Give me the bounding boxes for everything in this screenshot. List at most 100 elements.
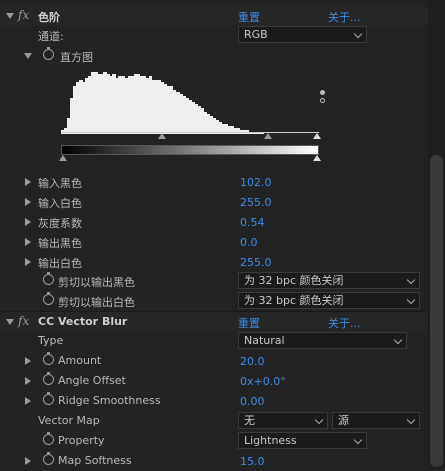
param-row-clip-white: 剪切以输出白色 为 32 bpc 颜色关闭 <box>0 291 428 311</box>
expand-triangle-icon[interactable] <box>25 178 31 186</box>
stopwatch-icon[interactable] <box>43 392 54 405</box>
reset-link[interactable]: 重置 <box>238 315 260 331</box>
param-label: 输出黑色 <box>38 237 82 250</box>
param-value[interactable]: 0.0 <box>240 236 258 249</box>
about-link[interactable]: 关于... <box>328 315 361 331</box>
stopwatch-icon[interactable] <box>43 292 54 305</box>
type-label: Type <box>38 334 64 347</box>
angle-offset-label: Angle Offset <box>58 374 126 387</box>
scrollbar-thumb[interactable] <box>430 155 443 467</box>
histogram-baseline <box>61 132 319 133</box>
expand-triangle-icon[interactable] <box>25 238 31 246</box>
param-value[interactable]: 255.0 <box>240 256 272 269</box>
clip-white-dropdown[interactable]: 为 32 bpc 颜色关闭 <box>238 292 420 309</box>
property-dropdown[interactable]: Lightness <box>238 432 367 449</box>
histogram-label: 直方图 <box>60 51 93 64</box>
param-label: 剪切以输出白色 <box>58 296 135 309</box>
param-row-gamma: 灰度系数 0.54 <box>0 212 428 232</box>
ridge-smoothness-label: Ridge Smoothness <box>58 394 161 407</box>
chevron-down-icon <box>393 335 403 345</box>
amount-row: Amount 20.0 <box>0 351 428 371</box>
stopwatch-icon[interactable] <box>43 432 54 445</box>
angle-degrees[interactable]: +0.0° <box>254 375 286 388</box>
angle-turns[interactable]: 0x <box>240 375 254 388</box>
effect-controls-panel: fx 色阶 重置 关于... 通道: RGB 直方图 输入黑色 102.0 输入… <box>0 0 428 469</box>
vector-map-source-dropdown[interactable]: 源 <box>332 412 420 429</box>
dropdown-value: 为 32 bpc 颜色关闭 <box>244 294 344 307</box>
output-gradient-bar <box>61 145 319 155</box>
input-black-slider-handle[interactable] <box>158 133 166 139</box>
output-black-slider-handle[interactable] <box>59 155 67 161</box>
gamma-slider-handle[interactable] <box>264 133 272 139</box>
about-link[interactable]: 关于... <box>328 9 361 25</box>
vector-map-row: Vector Map 无 源 <box>0 411 428 431</box>
amount-label: Amount <box>58 354 102 367</box>
stopwatch-icon[interactable] <box>43 272 54 285</box>
effect-name: 色阶 <box>38 11 60 24</box>
collapse-triangle-icon[interactable] <box>6 319 14 325</box>
stopwatch-icon[interactable] <box>43 352 54 365</box>
amount-value[interactable]: 20.0 <box>240 355 265 368</box>
levels-effect-header[interactable]: fx 色阶 重置 关于... <box>0 6 428 26</box>
ridge-smoothness-value[interactable]: 0.00 <box>240 395 265 408</box>
expand-triangle-icon[interactable] <box>25 198 31 206</box>
stopwatch-icon[interactable] <box>43 47 54 60</box>
chevron-down-icon <box>406 275 416 285</box>
histogram-row: 直方图 <box>0 46 428 66</box>
vector-map-layer-dropdown[interactable]: 无 <box>238 412 328 429</box>
stopwatch-icon[interactable] <box>43 452 54 465</box>
collapse-triangle-icon[interactable] <box>24 53 32 59</box>
param-label: 灰度系数 <box>38 217 82 230</box>
dropdown-value: 为 32 bpc 颜色关闭 <box>244 274 344 287</box>
fx-icon[interactable]: fx <box>18 314 29 328</box>
input-white-slider-handle[interactable] <box>313 133 321 139</box>
vector-map-label: Vector Map <box>38 414 100 427</box>
gray-dot-icon[interactable] <box>320 98 325 103</box>
property-value: Lightness <box>244 434 297 447</box>
map-softness-row: Map Softness 15.0 <box>0 451 428 471</box>
expand-triangle-icon[interactable] <box>25 218 31 226</box>
expand-triangle-icon[interactable] <box>25 397 31 405</box>
param-row-input-white: 输入白色 255.0 <box>0 192 428 212</box>
vertical-scrollbar[interactable] <box>428 0 445 469</box>
expand-triangle-icon[interactable] <box>25 258 31 266</box>
collapse-triangle-icon[interactable] <box>6 13 14 19</box>
chevron-down-icon <box>353 435 363 445</box>
param-value[interactable]: 255.0 <box>240 196 272 209</box>
expand-triangle-icon[interactable] <box>25 357 31 365</box>
stopwatch-icon[interactable] <box>43 372 54 385</box>
clip-black-dropdown[interactable]: 为 32 bpc 颜色关闭 <box>238 272 420 289</box>
param-label: 剪切以输出黑色 <box>58 276 135 289</box>
param-value[interactable]: 102.0 <box>240 176 272 189</box>
type-dropdown[interactable]: Natural <box>238 332 407 349</box>
vector-blur-effect-header[interactable]: fx CC Vector Blur 重置 关于... <box>0 312 428 332</box>
param-row-output-white: 输出白色 255.0 <box>0 252 428 272</box>
type-value: Natural <box>244 334 285 347</box>
param-label: 输入白色 <box>38 197 82 210</box>
chevron-down-icon <box>406 415 416 425</box>
white-dot-icon[interactable] <box>320 90 325 95</box>
expand-triangle-icon[interactable] <box>25 457 31 465</box>
output-white-slider-handle[interactable] <box>313 155 321 161</box>
reset-link[interactable]: 重置 <box>238 9 260 25</box>
fx-icon[interactable]: fx <box>18 8 29 22</box>
chevron-down-icon <box>353 29 363 39</box>
channel-dropdown[interactable]: RGB <box>238 26 367 43</box>
channel-label: 通道: <box>38 30 64 43</box>
param-label: 输出白色 <box>38 257 82 270</box>
angle-offset-row: Angle Offset 0x+0.0° <box>0 371 428 391</box>
effect-name: CC Vector Blur <box>38 315 128 328</box>
histogram-graph[interactable] <box>61 72 318 134</box>
param-row-input-black: 输入黑色 102.0 <box>0 172 428 192</box>
chevron-down-icon <box>406 295 416 305</box>
property-label: Property <box>58 434 105 447</box>
chevron-down-icon <box>314 415 324 425</box>
type-row: Type Natural <box>0 331 428 351</box>
param-label: 输入黑色 <box>38 177 82 190</box>
param-row-clip-black: 剪切以输出黑色 为 32 bpc 颜色关闭 <box>0 271 428 291</box>
param-value[interactable]: 0.54 <box>240 216 265 229</box>
map-softness-value[interactable]: 15.0 <box>240 455 265 468</box>
expand-triangle-icon[interactable] <box>25 377 31 385</box>
angle-offset-value[interactable]: 0x+0.0° <box>240 375 286 388</box>
channel-value: RGB <box>244 28 268 41</box>
